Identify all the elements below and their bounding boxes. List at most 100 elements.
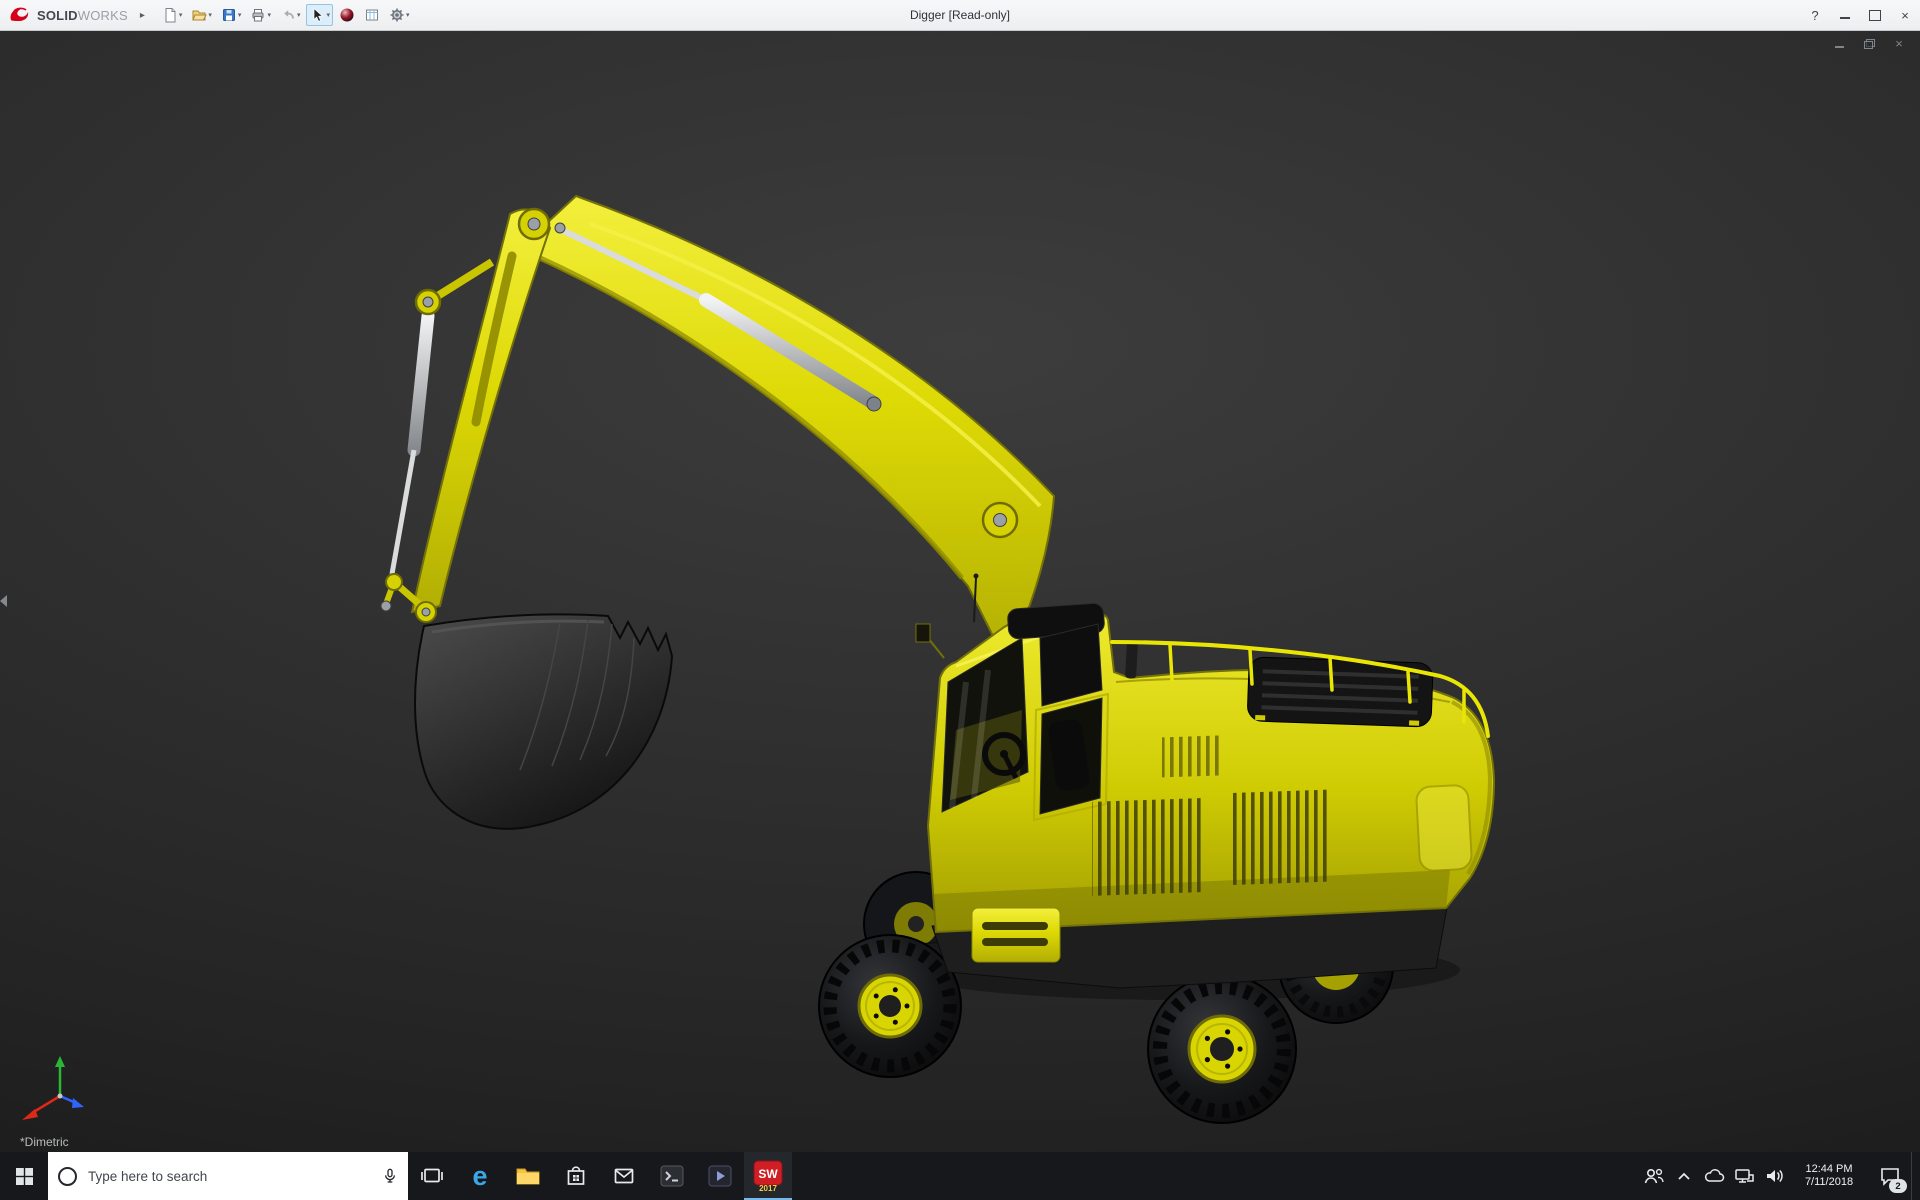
microphone-icon[interactable]: [382, 1167, 398, 1185]
dropdown-arrow-icon[interactable]: ▾: [179, 11, 183, 19]
child-close-button[interactable]: ×: [1892, 37, 1906, 50]
wheel-front: [819, 935, 961, 1077]
cloud-icon: [1703, 1168, 1725, 1184]
child-minimize-button[interactable]: [1832, 37, 1846, 50]
appearance-sphere-icon: [339, 7, 355, 23]
print-button[interactable]: ▾: [247, 4, 274, 26]
clock-time: 12:44 PM: [1789, 1163, 1869, 1177]
solidworks-taskbar-button[interactable]: SW 2017: [744, 1152, 792, 1200]
start-button[interactable]: [0, 1152, 48, 1200]
wheel-rear: [1148, 975, 1296, 1123]
edge-icon: e: [472, 1163, 487, 1190]
document-title: Digger [Read-only]: [910, 8, 1010, 22]
windows-taskbar: e: [0, 1152, 1920, 1200]
help-button[interactable]: ?: [1800, 0, 1830, 30]
taskbar-clock[interactable]: 12:44 PM 7/11/2018: [1789, 1152, 1869, 1200]
select-cursor-icon: [309, 7, 325, 23]
people-icon: [1643, 1166, 1665, 1186]
new-document-icon: [162, 7, 178, 23]
store-button[interactable]: [552, 1152, 600, 1200]
undo-icon: [280, 7, 296, 23]
app-titlebar: SOLIDWORKS ▸ ▾ ▾ ▾: [0, 0, 1920, 31]
panel-collapse-arrow[interactable]: [0, 590, 12, 612]
mail-icon: [612, 1164, 636, 1188]
options-button[interactable]: ▾: [386, 4, 413, 26]
minimize-button[interactable]: [1830, 0, 1860, 30]
people-button[interactable]: [1639, 1152, 1669, 1200]
open-folder-icon: [191, 7, 207, 23]
quick-toolbar: ▾ ▾ ▾ ▾: [159, 4, 413, 26]
3d-viewport[interactable]: × *Dimetric: [0, 30, 1920, 1152]
store-icon: [564, 1164, 588, 1188]
solidworks-brand: SOLIDWORKS: [0, 6, 134, 24]
excavator-model[interactable]: [0, 30, 1920, 1152]
drawing-sheet-icon: [364, 7, 380, 23]
open-button[interactable]: ▾: [188, 4, 215, 26]
show-desktop-button[interactable]: [1911, 1152, 1920, 1200]
window-controls: ? ×: [1800, 0, 1920, 30]
solidworks-app-icon: SW 2017: [753, 1160, 783, 1192]
child-restore-icon: [1864, 39, 1875, 49]
select-tool-button[interactable]: ▾: [306, 4, 333, 26]
svg-text:SW: SW: [758, 1167, 778, 1181]
hidden-icons-button[interactable]: [1669, 1152, 1699, 1200]
task-view-button[interactable]: [408, 1152, 456, 1200]
command-prompt-icon: [659, 1163, 685, 1189]
dropdown-arrow-icon[interactable]: ▾: [297, 11, 301, 19]
clock-date: 7/11/2018: [1789, 1176, 1869, 1190]
mail-button[interactable]: [600, 1152, 648, 1200]
x-axis: [32, 1096, 60, 1113]
undo-button[interactable]: ▾: [277, 4, 304, 26]
onedrive-tray-button[interactable]: [1699, 1152, 1729, 1200]
command-prompt-button[interactable]: [648, 1152, 696, 1200]
save-floppy-icon: [221, 7, 237, 23]
dropdown-arrow-icon[interactable]: ▾: [238, 11, 242, 19]
drawing-sheet-button[interactable]: [361, 4, 383, 26]
menu-expand-arrow-icon[interactable]: ▸: [134, 8, 151, 23]
svg-text:2017: 2017: [759, 1184, 777, 1192]
child-minimize-icon: [1835, 46, 1844, 48]
orientation-triad[interactable]: [16, 1054, 104, 1130]
system-tray: 12:44 PM 7/11/2018 2: [1639, 1152, 1920, 1200]
print-icon: [250, 7, 266, 23]
media-app-button[interactable]: [696, 1152, 744, 1200]
action-center-button[interactable]: 2: [1869, 1152, 1911, 1200]
media-app-icon: [707, 1163, 733, 1189]
volume-tray-button[interactable]: [1759, 1152, 1789, 1200]
network-tray-button[interactable]: [1729, 1152, 1759, 1200]
child-restore-button[interactable]: [1862, 37, 1876, 50]
options-gear-icon: [389, 7, 405, 23]
windows-logo-icon: [16, 1168, 33, 1185]
document-window-controls: ×: [1832, 37, 1906, 50]
dropdown-arrow-icon[interactable]: ▾: [326, 11, 330, 19]
edge-button[interactable]: e: [456, 1152, 504, 1200]
brand-text: SOLIDWORKS: [37, 8, 128, 23]
notification-badge: 2: [1889, 1179, 1907, 1193]
maximize-button[interactable]: [1860, 0, 1890, 30]
view-orientation-label: *Dimetric: [20, 1135, 69, 1149]
desktop: SOLIDWORKS ▸ ▾ ▾ ▾: [0, 0, 1920, 1200]
dropdown-arrow-icon[interactable]: ▾: [208, 11, 212, 19]
access-step: [972, 908, 1060, 962]
search-input[interactable]: [86, 1168, 373, 1185]
minimize-icon: [1840, 17, 1850, 19]
save-button[interactable]: ▾: [218, 4, 245, 26]
volume-icon: [1764, 1167, 1784, 1185]
maximize-icon: [1869, 10, 1881, 21]
file-explorer-icon: [515, 1164, 541, 1188]
cortana-icon[interactable]: [58, 1167, 77, 1186]
excavator-body: [916, 574, 1494, 989]
appearance-button[interactable]: [336, 4, 358, 26]
solidworks-logo-icon: [8, 6, 32, 24]
dropdown-arrow-icon[interactable]: ▾: [267, 11, 271, 19]
chevron-left-icon: [0, 595, 7, 607]
dropdown-arrow-icon[interactable]: ▾: [406, 11, 410, 19]
taskbar-search-box[interactable]: [48, 1152, 408, 1200]
file-explorer-button[interactable]: [504, 1152, 552, 1200]
task-view-icon: [420, 1164, 444, 1188]
network-icon: [1734, 1167, 1754, 1185]
new-document-button[interactable]: ▾: [159, 4, 186, 26]
bucket: [415, 614, 672, 828]
chevron-up-icon: [1677, 1171, 1691, 1181]
close-button[interactable]: ×: [1890, 0, 1920, 30]
